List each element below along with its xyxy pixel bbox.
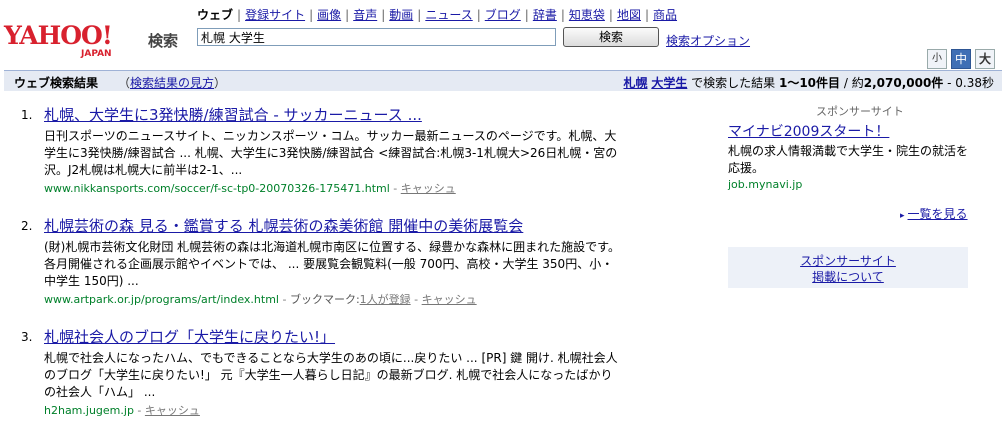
meta-dash: - xyxy=(410,293,422,306)
result-url: www.artpark.or.jp/programs/art/index.htm… xyxy=(44,293,279,306)
result-number: 2. xyxy=(21,219,33,233)
font-size-large-button[interactable]: 大 xyxy=(975,49,995,69)
result-number: 1. xyxy=(21,108,33,122)
search-input[interactable] xyxy=(197,28,556,46)
meta-dash: - xyxy=(278,293,290,306)
summary-keyword-1[interactable]: 札幌 xyxy=(623,76,647,90)
help-close-paren: ） xyxy=(214,76,227,90)
help-open-paren: （ xyxy=(118,76,131,90)
result-meta: h2ham.jugem.jp - キャッシュ xyxy=(44,402,200,418)
summary-total: 2,070,000件 xyxy=(863,76,944,90)
summary-time: - 0.38秒 xyxy=(943,76,994,90)
tab-separator: | xyxy=(381,8,386,22)
result-item: 2. 札幌芸術の森 見る・鑑賞する 札幌芸術の森美術館 開催中の美術展覧会 (財… xyxy=(0,215,640,310)
tab-separator: | xyxy=(309,8,314,22)
tab-blog[interactable]: ブログ xyxy=(485,8,521,22)
result-snippet: 札幌で社会人になったハム、でもできることなら大学生のあの頃に...戻りたい ..… xyxy=(44,351,618,399)
search-button[interactable]: 検索 xyxy=(563,27,659,47)
sponsor-label: スポンサーサイト xyxy=(816,105,904,118)
sponsor-listing-link[interactable]: 掲載について xyxy=(812,270,884,284)
tab-separator: | xyxy=(644,8,650,22)
results-title: ウェブ検索結果 xyxy=(14,76,99,90)
results-bar: ウェブ検索結果 （検索結果の見方） 札幌 大学生 で検索した結果 1〜10件目 … xyxy=(4,70,1002,91)
results-summary: 札幌 大学生 で検索した結果 1〜10件目 / 約2,070,000件 - 0.… xyxy=(623,74,994,91)
tab-separator: | xyxy=(345,8,350,22)
sponsor-ad-title-link[interactable]: マイナビ2009スタート！ xyxy=(728,121,889,141)
tab-chiebukuro[interactable]: 知恵袋 xyxy=(569,8,605,22)
summary-sep: / 約 xyxy=(840,76,864,90)
font-size-small-button[interactable]: 小 xyxy=(927,49,947,69)
tab-separator: | xyxy=(608,8,613,22)
tab-separator: | xyxy=(476,8,481,22)
search-tabs: ウェブ | 登録サイト | 画像 | 音声 | 動画 | ニュース | ブログ | 辞書 | 知恵袋 | 地図 | 商品 xyxy=(197,6,677,23)
summary-mid: で検索した結果 xyxy=(687,76,779,90)
result-number: 3. xyxy=(21,330,33,344)
sponsor-ad-url: job.mynavi.jp xyxy=(728,178,803,191)
bookmark-label: ブックマーク: xyxy=(289,293,360,306)
result-url: h2ham.jugem.jp xyxy=(44,404,134,417)
cache-link[interactable]: キャッシュ xyxy=(401,182,456,195)
tab-map[interactable]: 地図 xyxy=(617,8,641,22)
tab-dictionary[interactable]: 辞書 xyxy=(533,8,557,22)
result-title-link[interactable]: 札幌芸術の森 見る・鑑賞する 札幌芸術の森美術館 開催中の美術展覧会 xyxy=(44,215,523,236)
tab-shopping[interactable]: 商品 xyxy=(653,8,677,22)
sponsor-more: ▸ 一覧を見る xyxy=(900,205,968,222)
search-label: 検索 xyxy=(148,32,179,50)
tab-audio[interactable]: 音声 xyxy=(353,8,377,22)
result-meta: www.nikkansports.com/soccer/f-sc-tp0-200… xyxy=(44,180,456,196)
results-help-link[interactable]: 検索結果の見方 xyxy=(130,76,214,90)
font-size-medium-button[interactable]: 中 xyxy=(951,49,971,69)
tab-news[interactable]: ニュース xyxy=(425,8,472,22)
summary-range: 1〜10件目 xyxy=(778,76,841,90)
result-item: 3. 札幌社会人のブログ「大学生に戻りたい!」 札幌で社会人になったハム、でもで… xyxy=(0,326,640,421)
result-title-link[interactable]: 札幌社会人のブログ「大学生に戻りたい!」 xyxy=(44,326,335,347)
meta-dash: - xyxy=(133,404,145,417)
result-snippet: (財)札幌市芸術文化財団 札幌芸術の森は北海道札幌市南区に位置する、緑豊かな森林… xyxy=(44,240,620,288)
sponsor-info-box: スポンサーサイト 掲載について xyxy=(728,247,968,288)
tab-separator: | xyxy=(417,8,422,22)
sponsor-site-link[interactable]: スポンサーサイト xyxy=(800,254,896,268)
logo-text: YAHOO! xyxy=(4,21,113,50)
sponsor-more-link[interactable]: 一覧を見る xyxy=(908,207,968,221)
result-title-link[interactable]: 札幌、大学生に3発快勝/練習試合 - サッカーニュース ... xyxy=(44,104,422,125)
logo-subtext: JAPAN xyxy=(81,49,112,59)
triangle-right-icon: ▸ xyxy=(900,211,905,221)
result-snippet: 日刊スポーツのニュースサイト、ニッカンスポーツ・コム。サッカー最新ニュースのペー… xyxy=(44,129,618,177)
tab-directory[interactable]: 登録サイト xyxy=(245,8,305,22)
tab-separator: | xyxy=(560,8,565,22)
summary-keyword-2[interactable]: 大学生 xyxy=(651,76,687,90)
results-help: （検索結果の見方） xyxy=(118,74,226,91)
meta-dash: - xyxy=(389,182,401,195)
result-url: www.nikkansports.com/soccer/f-sc-tp0-200… xyxy=(44,182,390,195)
result-item: 1. 札幌、大学生に3発快勝/練習試合 - サッカーニュース ... 日刊スポー… xyxy=(0,104,640,199)
tab-video[interactable]: 動画 xyxy=(389,8,413,22)
cache-link[interactable]: キャッシュ xyxy=(422,293,477,306)
cache-link[interactable]: キャッシュ xyxy=(145,404,200,417)
bookmark-count-link[interactable]: 1人が登録 xyxy=(360,293,411,306)
tab-web[interactable]: ウェブ xyxy=(197,8,233,22)
search-options-link[interactable]: 検索オプション xyxy=(666,32,750,49)
tab-separator: | xyxy=(237,8,242,22)
yahoo-logo[interactable]: YAHOO! JAPAN xyxy=(4,22,144,62)
tab-images[interactable]: 画像 xyxy=(317,8,341,22)
result-meta: www.artpark.or.jp/programs/art/index.htm… xyxy=(44,291,477,307)
tab-separator: | xyxy=(524,8,529,22)
sponsor-ad-text: 札幌の求人情報満載で大学生・院生の就活を応援。 xyxy=(728,144,969,175)
